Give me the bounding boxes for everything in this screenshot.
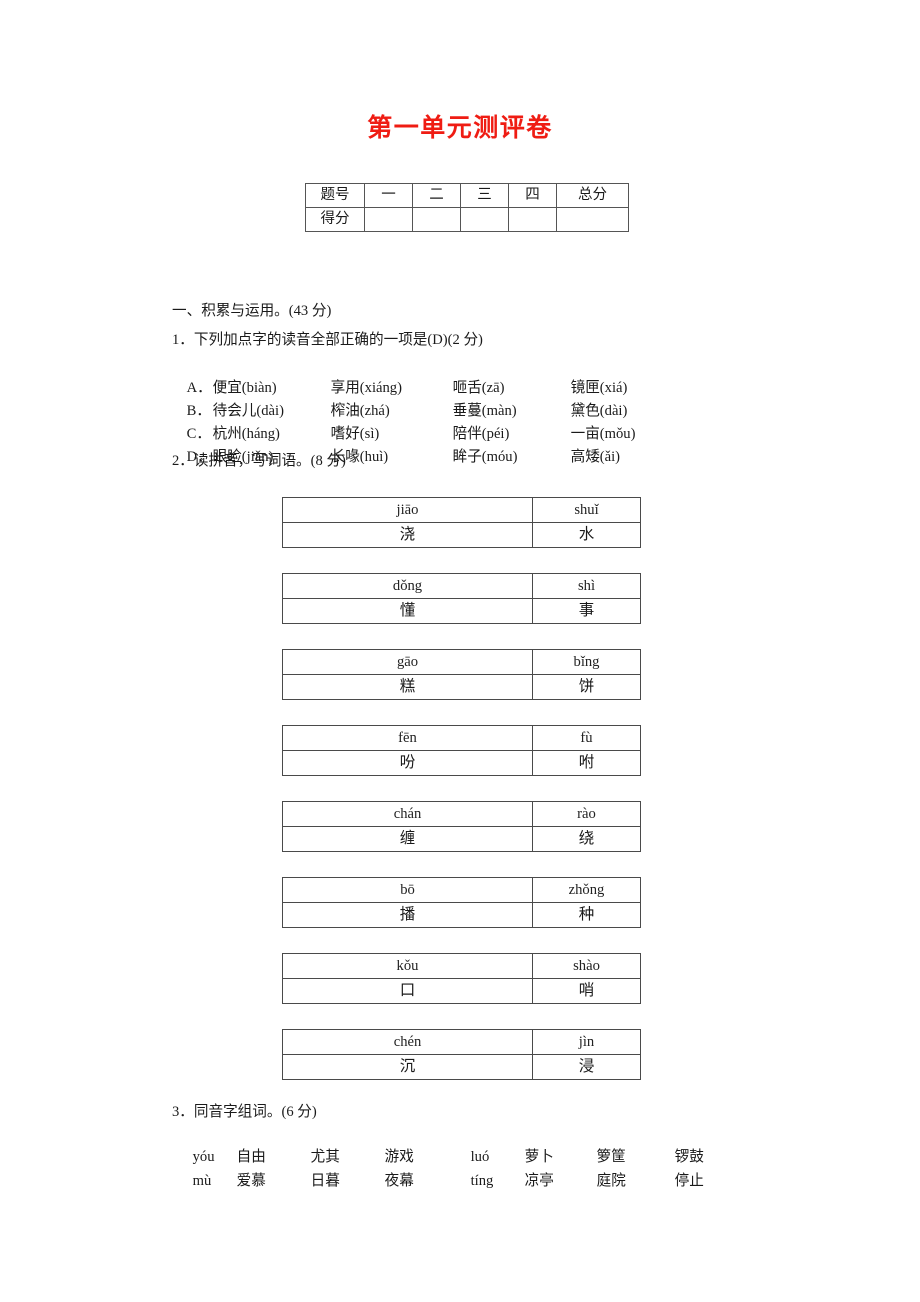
option-item: 长喙(huì)	[330, 449, 389, 465]
answer-cell[interactable]: 浇	[282, 522, 533, 548]
table-row: 吩 咐	[282, 750, 641, 776]
pinyin-cell: chén	[282, 1029, 533, 1055]
option-item: 高矮(ǎi)	[570, 449, 621, 465]
word-table-7: kǒu shào 口 哨	[282, 953, 641, 1004]
score-cell-total[interactable]	[556, 207, 629, 232]
question-1-stem: 1．下列加点字的读音全部正确的一项是(D)(2 分)	[172, 332, 483, 348]
table-row: fēn fù	[282, 725, 641, 751]
word-table-5: chán rào 缠 绕	[282, 801, 641, 852]
table-row: jiāo shuǐ	[282, 497, 641, 523]
word-table-6: bō zhǒng 播 种	[282, 877, 641, 928]
word-answer[interactable]: 夜幕	[385, 1170, 471, 1192]
answer-cell[interactable]: 浸	[532, 1054, 641, 1080]
answer-cell[interactable]: 口	[282, 978, 533, 1004]
score-cell-2[interactable]	[412, 207, 461, 232]
table-row: chén jìn	[282, 1029, 641, 1055]
score-table-container: 题号 一 二 三 四 总分 得分	[305, 183, 629, 232]
answer-cell[interactable]: 咐	[532, 750, 641, 776]
pinyin-cell: shào	[532, 953, 641, 979]
score-table-col-2: 二	[412, 183, 461, 208]
table-row: 浇 水	[282, 522, 641, 548]
pinyin-label: mù	[192, 1173, 212, 1189]
table-row: 沉 浸	[282, 1054, 641, 1080]
table-row: 糕 饼	[282, 674, 641, 700]
page-title: 第一单元测评卷	[367, 115, 553, 142]
score-table-col-3: 三	[460, 183, 509, 208]
answer-cell[interactable]: 水	[532, 522, 641, 548]
pinyin-cell: bō	[282, 877, 533, 903]
pinyin-cell: bǐng	[532, 649, 641, 675]
word-answer[interactable]: 凉亭	[525, 1170, 597, 1192]
score-table-col-total: 总分	[556, 183, 629, 208]
word-table-2: dǒng shì 懂 事	[282, 573, 641, 624]
pinyin-cell: gāo	[282, 649, 533, 675]
answer-cell[interactable]: 吩	[282, 750, 533, 776]
document-page: 第一单元测评卷 题号 一 二 三 四 总分 得分 一、积累与运用。(43 分)	[0, 0, 920, 1302]
pinyin-cell: jìn	[532, 1029, 641, 1055]
table-row: 得分	[305, 207, 629, 232]
section-heading: 一、积累与运用。(43 分)	[172, 303, 332, 319]
pinyin-cell: shuǐ	[532, 497, 641, 523]
score-table-row-label: 得分	[305, 207, 365, 232]
answer-cell[interactable]: 绕	[532, 826, 641, 852]
option-item: 眸子(móu)	[452, 449, 518, 465]
table-row: 题号 一 二 三 四 总分	[305, 183, 629, 208]
pinyin-cell: shì	[532, 573, 641, 599]
word-table-1: jiāo shuǐ 浇 水	[282, 497, 641, 548]
word-tables-container: jiāo shuǐ 浇 水 dǒng shì 懂 事 gāo bǐng 糕 饼 …	[282, 497, 641, 1080]
word-answer[interactable]: 庭院	[597, 1170, 675, 1192]
table-row: chán rào	[282, 801, 641, 827]
table-row: dǒng shì	[282, 573, 641, 599]
score-cell-4[interactable]	[508, 207, 557, 232]
score-table-col-1: 一	[364, 183, 413, 208]
score-table: 题号 一 二 三 四 总分 得分	[305, 183, 629, 232]
pinyin-cell: fēn	[282, 725, 533, 751]
pinyin-cell: chán	[282, 801, 533, 827]
score-table-col-4: 四	[508, 183, 557, 208]
table-row: kǒu shào	[282, 953, 641, 979]
question-2-stem: 2．读拼音，写词语。(8 分)	[172, 453, 346, 469]
answer-cell[interactable]: 哨	[532, 978, 641, 1004]
word-table-3: gāo bǐng 糕 饼	[282, 649, 641, 700]
table-row: 缠 绕	[282, 826, 641, 852]
pinyin-cell: kǒu	[282, 953, 533, 979]
table-row: bō zhǒng	[282, 877, 641, 903]
answer-cell[interactable]: 事	[532, 598, 641, 624]
answer-cell[interactable]: 饼	[532, 674, 641, 700]
table-row: 懂 事	[282, 598, 641, 624]
question-3-stem: 3．同音字组词。(6 分)	[172, 1104, 317, 1120]
pinyin-cell: dǒng	[282, 573, 533, 599]
word-answer[interactable]: 停止	[675, 1170, 704, 1192]
word-answer[interactable]: 日暮	[311, 1170, 385, 1192]
score-table-row-label: 题号	[305, 183, 365, 208]
answer-cell[interactable]: 糕	[282, 674, 533, 700]
word-table-4: fēn fù 吩 咐	[282, 725, 641, 776]
pinyin-cell: zhǒng	[532, 877, 641, 903]
answer-cell[interactable]: 懂	[282, 598, 533, 624]
table-row: 口 哨	[282, 978, 641, 1004]
score-cell-3[interactable]	[460, 207, 509, 232]
pinyin-cell: fù	[532, 725, 641, 751]
pinyin-cell: jiāo	[282, 497, 533, 523]
answer-cell[interactable]: 种	[532, 902, 641, 928]
table-row: 播 种	[282, 902, 641, 928]
pinyin-label: tíng	[470, 1173, 494, 1189]
word-table-8: chén jìn 沉 浸	[282, 1029, 641, 1080]
word-answer[interactable]: 爱慕	[237, 1170, 311, 1192]
score-cell-1[interactable]	[364, 207, 413, 232]
answer-cell[interactable]: 沉	[282, 1054, 533, 1080]
pinyin-cell: rào	[532, 801, 641, 827]
answer-cell[interactable]: 缠	[282, 826, 533, 852]
question-3-line-2: mù 爱慕 日暮 夜幕 tíng 凉亭 庭院 停止	[178, 1148, 704, 1214]
answer-cell[interactable]: 播	[282, 902, 533, 928]
table-row: gāo bǐng	[282, 649, 641, 675]
